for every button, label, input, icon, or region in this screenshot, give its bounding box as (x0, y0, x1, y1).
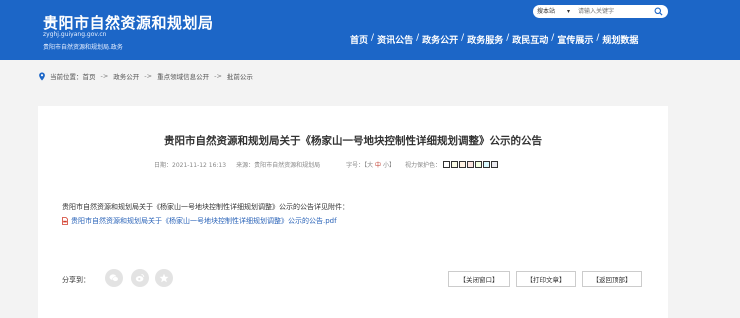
wechat-icon (109, 274, 119, 282)
share-label: 分享到： (62, 276, 90, 284)
article-source: 来源：贵阳市自然资源和规划局 (236, 162, 321, 169)
vision-color-swatches (443, 161, 499, 168)
breadcrumb-prefix: 当前位置： (50, 73, 83, 81)
share-wechat-button[interactable] (105, 269, 123, 287)
article-title: 贵阳市自然资源和规划局关于《杨家山一号地块控制性详细规划调整》公示的公告 (164, 135, 542, 147)
nav-item-gov-open[interactable]: 政务公开 (422, 33, 458, 46)
close-window-button[interactable]: 【关闭窗口】 (448, 271, 510, 287)
nav-separator: / (596, 33, 600, 43)
font-size-label: 字号：【 (346, 162, 368, 169)
nav-item-planning-data[interactable]: 规划数据 (602, 33, 638, 46)
nav-item-news[interactable]: 资讯公告 (377, 33, 413, 46)
site-subtitle: 贵阳市自然资源和规划局.政务 (43, 44, 123, 51)
vision-color-label: 视力保护色： (405, 162, 442, 169)
vision-color-swatch[interactable] (483, 161, 491, 168)
share-qzone-button[interactable] (155, 269, 173, 287)
breadcrumb-gov-open[interactable]: 政务公开 (113, 71, 139, 81)
site-title[interactable]: 贵阳市自然资源和规划局 (43, 12, 214, 33)
nav-item-interaction[interactable]: 政民互动 (512, 33, 548, 46)
font-size-end: 】 (389, 162, 396, 169)
breadcrumb-key-info[interactable]: 重点领域信息公开 (157, 71, 209, 81)
search-input[interactable] (578, 6, 648, 17)
vision-color-swatch[interactable] (491, 161, 499, 168)
nav-item-home[interactable]: 首页 (350, 33, 368, 46)
search-box: 搜本站 ▾ (533, 5, 668, 18)
attachment-link[interactable]: 贵阳市自然资源和规划局关于《杨家山一号地块控制性详细规划调整》公示的公告.pdf (62, 216, 337, 226)
nav-separator: / (461, 33, 465, 43)
vision-color-swatch[interactable] (467, 161, 475, 168)
breadcrumb-separator: -> (100, 72, 109, 80)
nav-separator: / (416, 33, 420, 43)
print-article-button[interactable]: 【打印文章】 (516, 271, 576, 287)
article-card: 贵阳市自然资源和规划局关于《杨家山一号地块控制性详细规划调整》公示的公告 日期：… (38, 106, 668, 318)
share-weibo-button[interactable] (131, 269, 149, 287)
attachment-name[interactable]: 贵阳市自然资源和规划局关于《杨家山一号地块控制性详细规划调整》公示的公告.pdf (71, 216, 337, 226)
nav-item-publicity[interactable]: 宣传展示 (557, 33, 593, 46)
back-to-top-button[interactable]: 【返回顶部】 (582, 271, 642, 287)
weibo-icon (135, 274, 145, 282)
breadcrumb-separator: -> (214, 72, 222, 80)
breadcrumb-separator: -> (144, 72, 153, 80)
vision-color-swatch[interactable] (459, 161, 467, 168)
chevron-down-icon[interactable]: ▾ (567, 5, 570, 18)
vision-color-swatch[interactable] (443, 161, 451, 168)
nav-separator: / (506, 33, 510, 43)
qzone-icon (159, 273, 169, 283)
main-nav: 首页 / 资讯公告 / 政务公开 / 政务服务 / 政民互动 / 宣传展示 / … (350, 33, 638, 46)
site-url: zyghj.guiyang.gov.cn (43, 31, 107, 38)
article-date: 日期：2021-11-12 16:13 (154, 162, 227, 169)
pdf-file-icon (62, 217, 68, 225)
article-body: 贵阳市自然资源和规划局关于《杨家山一号地块控制性详细规划调整》公示的公告详见附件… (62, 203, 349, 211)
breadcrumb-home[interactable]: 首页 (83, 71, 96, 81)
nav-separator: / (371, 33, 375, 43)
breadcrumb-pre-approval[interactable]: 批前公示 (227, 71, 253, 81)
breadcrumb: 当前位置： 首页 -> 政务公开 -> 重点领域信息公开 -> 批前公示 (38, 71, 253, 81)
nav-item-gov-service[interactable]: 政务服务 (467, 33, 503, 46)
article-meta: 日期：2021-11-12 16:13 来源：贵阳市自然资源和规划局 字号：【 … (154, 160, 499, 169)
vision-color-swatch[interactable] (451, 161, 459, 168)
nav-separator: / (551, 33, 555, 43)
site-header: 贵阳市自然资源和规划局 zyghj.guiyang.gov.cn 贵阳市自然资源… (0, 0, 740, 60)
vision-color-swatch[interactable] (475, 161, 483, 168)
location-pin-icon (39, 71, 45, 81)
search-icon[interactable] (654, 7, 663, 16)
search-scope-select[interactable]: 搜本站 (537, 6, 555, 17)
